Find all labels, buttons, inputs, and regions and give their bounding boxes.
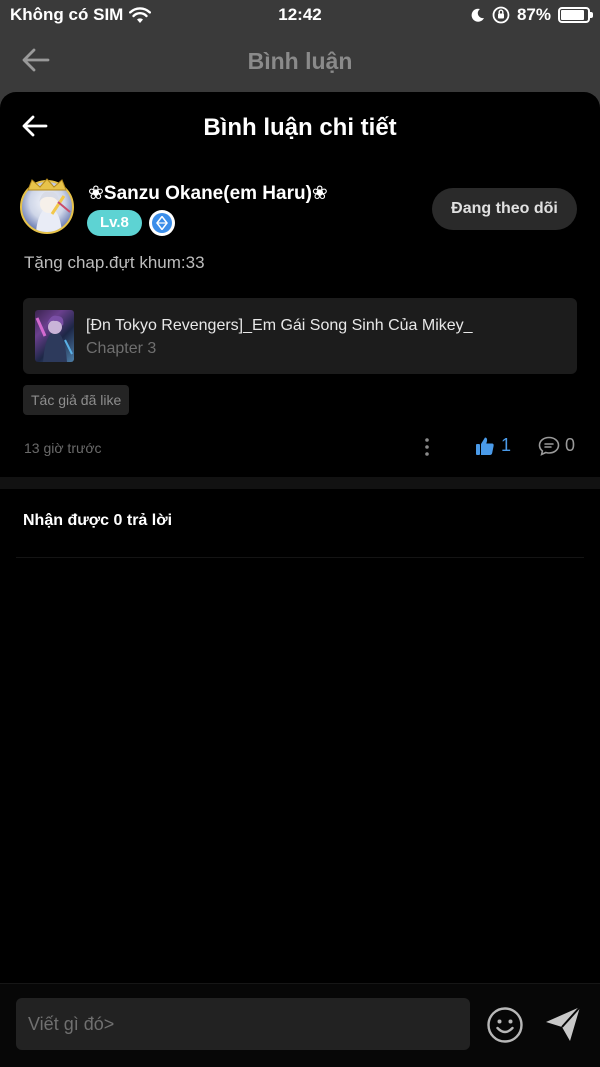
thumbs-up-icon [476,437,494,455]
comment-text: Tặng chap.đựt khum:33 [24,253,205,272]
author-liked-tag: Tác giả đã like [23,385,130,415]
sheet-title: Bình luận chi tiết [203,114,397,141]
divider [16,557,584,558]
battery-fill [561,10,584,20]
story-thumbnail [35,310,74,362]
send-icon[interactable] [543,1004,583,1044]
background-page-title: Bình luận [247,48,353,74]
orientation-lock-icon [492,6,510,24]
comment-detail-sheet: Bình luận chi tiết ❀Sanzu Okane(em Haru)… [0,92,600,1067]
vip-badge-icon [149,210,175,236]
more-options-icon[interactable] [420,436,434,458]
reply-count: 0 [565,435,576,455]
background-header: Bình luận [0,38,600,84]
story-chapter: Chapter 3 [86,340,157,357]
section-divider [0,477,600,489]
comment-input-bar [0,983,600,1067]
following-button[interactable]: Đang theo dõi [432,188,577,230]
battery-icon [558,7,593,23]
moon-icon [471,8,484,22]
status-right: 87% [470,5,593,25]
comment-bubble-icon [538,436,560,456]
like-button[interactable]: 1 [475,435,511,456]
status-bar: Không có SIM 12:42 87% [0,0,600,32]
comment-timestamp: 13 giờ trước [24,440,102,456]
comment-input[interactable] [16,998,470,1050]
avatar-frame-icon [27,178,67,191]
story-card[interactable]: [Đn Tokyo Revengers]_Em Gái Song Sinh Củ… [23,298,577,374]
replies-header: Nhận được 0 trả lời [23,512,173,529]
emoji-icon[interactable] [486,1006,524,1044]
story-title: [Đn Tokyo Revengers]_Em Gái Song Sinh Củ… [86,317,473,334]
like-count: 1 [501,435,512,455]
battery-percent: 87% [516,5,551,24]
level-badge: Lv.8 [87,210,142,236]
reply-button[interactable]: 0 [538,435,575,456]
username[interactable]: ❀Sanzu Okane(em Haru)❀ [88,182,328,205]
